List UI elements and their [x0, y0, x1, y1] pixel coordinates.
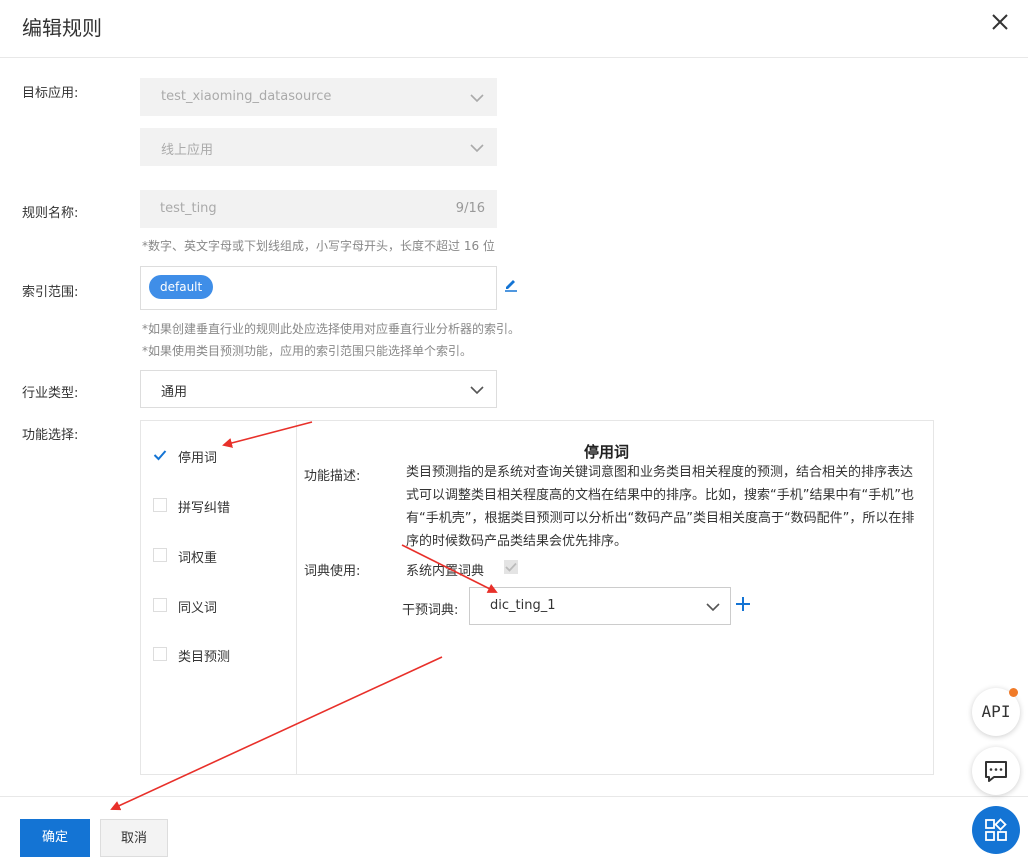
function-item-label: 拼写纠错 [178, 501, 231, 516]
chat-button[interactable] [972, 747, 1020, 795]
function-item-label: 同义词 [178, 601, 218, 616]
dialog-header: 编辑规则 [0, 0, 1028, 58]
checkbox-checked-icon[interactable] [153, 448, 167, 462]
rule-name-label: 规则名称: [22, 206, 79, 221]
function-item-label: 词权重 [178, 551, 218, 566]
system-dict-checkbox[interactable] [504, 560, 518, 574]
function-panel: 停用词 拼写纠错 词权重 同义词 类目预测 停用词 功能描述: 类目预测指的是系… [140, 420, 934, 775]
function-item-label: 类目预测 [178, 650, 231, 665]
apps-grid-icon [985, 818, 1007, 841]
apps-button[interactable] [972, 806, 1020, 854]
plus-icon[interactable] [735, 596, 751, 612]
detail-title: 停用词 [584, 443, 630, 461]
desc-label: 功能描述: [304, 469, 361, 484]
confirm-button[interactable]: 确定 [20, 819, 90, 857]
rule-name-value: test_ting [160, 201, 217, 216]
checkbox-icon[interactable] [153, 548, 167, 562]
function-list: 停用词 拼写纠错 词权重 同义词 类目预测 [141, 421, 297, 774]
rule-name-hint: *数字、英文字母或下划线组成，小写字母开头，长度不超过 16 位 [142, 239, 495, 253]
target-app-select[interactable]: test_xiaoming_datasource [140, 78, 497, 116]
checkbox-icon[interactable] [153, 498, 167, 512]
intervene-dict-select[interactable]: dic_ting_1 [469, 587, 731, 625]
industry-select[interactable]: 通用 [140, 370, 497, 408]
function-label: 功能选择: [22, 428, 79, 443]
index-hint-2: *如果使用类目预测功能，应用的索引范围只能选择单个索引。 [142, 344, 473, 358]
checkbox-icon[interactable] [153, 647, 167, 661]
chevron-down-icon [470, 94, 484, 103]
notification-dot [1009, 688, 1018, 697]
dialog-title: 编辑规则 [22, 16, 102, 40]
industry-label: 行业类型: [22, 386, 79, 401]
dict-usage-label: 词典使用: [304, 564, 361, 579]
chat-icon [985, 761, 1007, 782]
index-label: 索引范围: [22, 285, 79, 300]
index-tag-default[interactable]: default [149, 275, 214, 299]
chevron-down-icon [706, 603, 720, 612]
intervene-dict-value: dic_ting_1 [490, 598, 556, 613]
checkbox-icon[interactable] [153, 598, 167, 612]
app-type-value: 线上应用 [161, 143, 214, 158]
rule-name-input[interactable]: test_ting 9/16 [140, 190, 497, 228]
edit-icon[interactable] [503, 276, 519, 292]
api-label: API [981, 702, 1011, 721]
cancel-button[interactable]: 取消 [100, 819, 168, 857]
intervene-dict-label: 干预词典: [402, 603, 459, 618]
app-type-select[interactable]: 线上应用 [140, 128, 497, 166]
target-app-label: 目标应用: [22, 86, 79, 101]
rule-name-counter: 9/16 [455, 201, 485, 216]
dialog-footer: 确定 取消 [0, 796, 1028, 862]
chevron-down-icon [470, 386, 484, 395]
index-hint-1: *如果创建垂直行业的规则此处应选择使用对应垂直行业分析器的索引。 [142, 322, 521, 336]
industry-value: 通用 [161, 385, 188, 400]
function-item-label: 停用词 [178, 451, 218, 466]
api-button[interactable]: API [972, 688, 1020, 736]
desc-text: 类目预测指的是系统对查询关键词意图和业务类目相关程度的预测，结合相关的排序表达式… [406, 465, 915, 549]
index-scope-box[interactable]: default [140, 266, 497, 310]
chevron-down-icon [470, 144, 484, 153]
target-app-value: test_xiaoming_datasource [161, 89, 332, 104]
close-icon[interactable] [988, 10, 1012, 34]
system-dict-label: 系统内置词典 [406, 564, 485, 579]
